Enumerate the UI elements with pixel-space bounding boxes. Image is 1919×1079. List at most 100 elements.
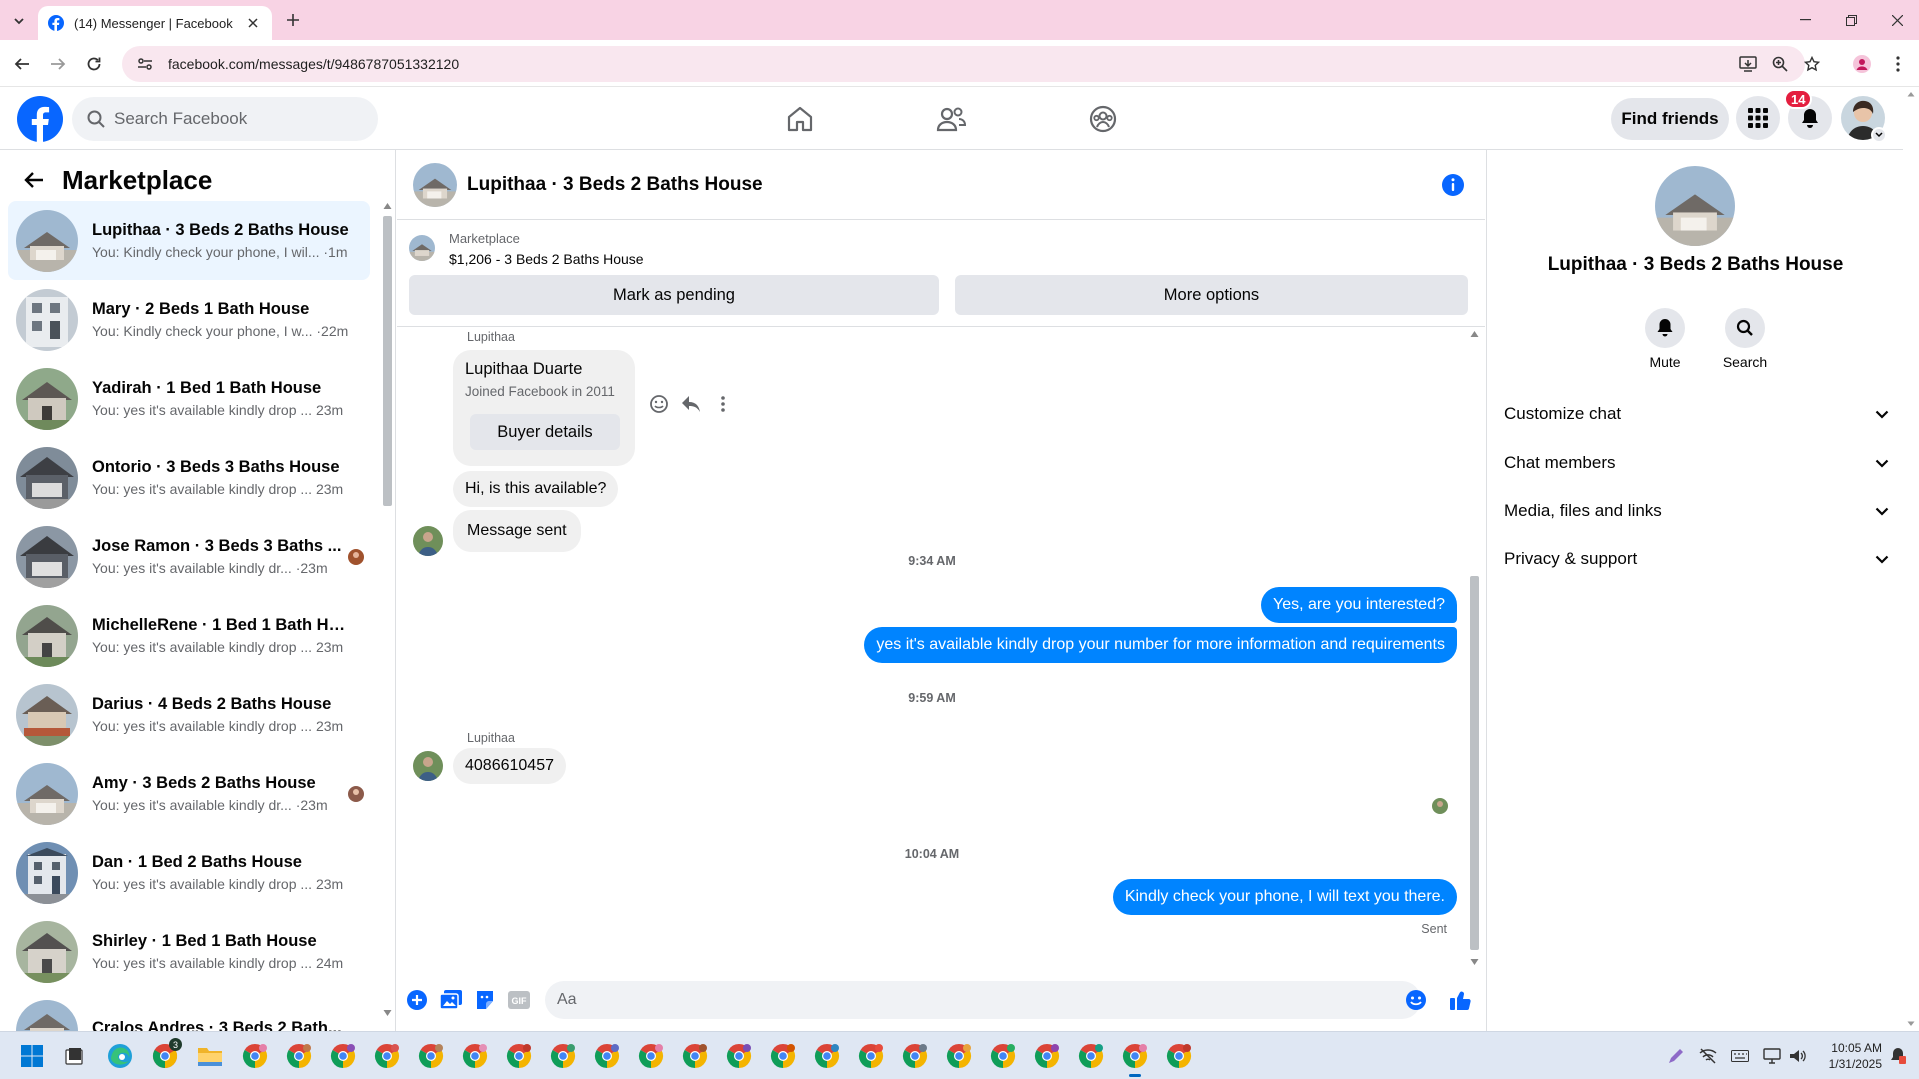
chat-members-row[interactable]: Chat members [1504,443,1892,483]
browser-profile-icon[interactable] [1850,52,1874,76]
chrome-profile-icon[interactable] [636,1041,666,1071]
new-tab-plus-icon[interactable] [282,9,304,31]
facebook-search-input[interactable]: Search Facebook [72,97,378,141]
chat-title[interactable]: Lupithaa · 3 Beds 2 Baths House [467,174,763,196]
forward-arrow-icon[interactable] [46,52,70,76]
chrome-profile-icon[interactable] [416,1041,446,1071]
chrome-profile-icon[interactable] [460,1041,490,1071]
conversation-item[interactable]: Darius · 4 Beds 2 Baths House You: yes it… [8,675,370,754]
chrome-profile-icon[interactable] [1032,1041,1062,1071]
conversation-item[interactable]: MichelleRene · 1 Bed 1 Bath House You: ye… [8,596,370,675]
listing-price-title[interactable]: $1,206 - 3 Beds 2 Baths House [449,251,644,267]
buyer-details-button[interactable]: Buyer details [470,414,620,450]
conversation-item[interactable]: Ontorio · 3 Beds 3 Baths House You: yes i… [8,438,370,517]
task-view-icon[interactable] [59,1041,89,1071]
edge-browser-icon[interactable] [105,1041,135,1071]
incoming-message[interactable]: Hi, is this available? [453,471,619,507]
info-icon[interactable] [1441,173,1465,197]
emoji-icon[interactable] [1404,988,1428,1012]
close-tab-icon[interactable] [244,14,262,32]
conversation-item[interactable]: Cralos Andres · 3 Beds 2 Bath... [8,991,370,1031]
outgoing-message[interactable]: Kindly check your phone, I will text you… [1112,879,1457,915]
restore-icon[interactable] [1837,8,1865,32]
chrome-profile-icon[interactable] [1076,1041,1106,1071]
conversation-item[interactable]: Yadirah · 1 Bed 1 Bath House You: yes it'… [8,359,370,438]
chrome-profile-icon[interactable] [1164,1041,1194,1071]
search-icon[interactable] [1725,308,1765,348]
customize-chat-row[interactable]: Customize chat [1504,394,1892,434]
network-offline-icon[interactable] [1697,1045,1719,1067]
gif-icon[interactable]: GIF [507,988,531,1012]
bookmark-star-icon[interactable] [1800,52,1824,76]
volume-icon[interactable] [1787,1045,1809,1067]
home-icon[interactable] [784,103,816,135]
scrollbar-thumb[interactable] [1470,576,1479,950]
chrome-profile-icon[interactable] [856,1041,886,1071]
chrome-profile-icon[interactable] [372,1041,402,1071]
more-options-button[interactable]: More options [955,275,1468,315]
file-explorer-icon[interactable] [195,1041,225,1071]
conversation-item[interactable]: Mary · 2 Beds 1 Bath House You: Kindly ch… [8,280,370,359]
chrome-profile-icon[interactable] [944,1041,974,1071]
chrome-profile-icon[interactable] [900,1041,930,1071]
more-vertical-icon[interactable] [711,392,735,416]
keyboard-icon[interactable] [1729,1045,1751,1067]
chrome-profile-icon[interactable] [328,1041,358,1071]
find-friends-button[interactable]: Find friends [1611,98,1729,140]
chrome-profile-icon[interactable] [1120,1041,1150,1077]
system-clock[interactable]: 10:05 AM 1/31/2025 [1812,1040,1882,1072]
chrome-profile-icon[interactable] [724,1041,754,1071]
chrome-profile-icon[interactable] [768,1041,798,1071]
address-bar[interactable]: facebook.com/messages/t/9486787051332120 [122,46,1805,82]
plus-circle-icon[interactable] [405,988,429,1012]
chat-scrollbar[interactable] [1469,330,1479,966]
conversation-item[interactable]: Amy · 3 Beds 2 Baths House You: yes it's … [8,754,370,833]
zoom-icon[interactable] [1768,52,1792,76]
back-arrow-icon[interactable] [20,166,48,194]
sender-avatar[interactable] [413,751,443,781]
browser-menu-icon[interactable] [1886,52,1910,76]
chrome-profile-icon[interactable] [548,1041,578,1071]
sticker-icon[interactable] [473,988,497,1012]
outgoing-message[interactable]: Yes, are you interested? [1261,587,1457,623]
search-action[interactable]: Search [1710,308,1780,370]
media-files-links-row[interactable]: Media, files and links [1504,491,1892,531]
conversation-item[interactable]: Lupithaa · 3 Beds 2 Baths House You: Kind… [8,201,370,280]
back-arrow-icon[interactable] [10,52,34,76]
chrome-profile-icon[interactable] [284,1041,314,1071]
chat-avatar[interactable] [413,162,457,207]
conversation-item[interactable]: Jose Ramon · 3 Beds 3 Baths ... You: yes … [8,517,370,596]
conversation-item[interactable]: Dan · 1 Bed 2 Baths House You: yes it's a… [8,833,370,912]
mark-as-pending-button[interactable]: Mark as pending [409,275,939,315]
privacy-support-row[interactable]: Privacy & support [1504,539,1892,579]
windows-start-icon[interactable] [17,1041,47,1071]
facebook-logo-icon[interactable] [17,96,63,142]
menu-grid-icon[interactable] [1736,96,1780,140]
chrome-profile-icon[interactable] [680,1041,710,1071]
pen-icon[interactable] [1665,1045,1687,1067]
browser-tab[interactable]: (14) Messenger | Facebook [38,6,272,40]
chrome-profile-icon[interactable]: 3 [150,1038,182,1071]
thumbs-up-like-icon[interactable] [1449,988,1473,1012]
mute-action[interactable]: Mute [1630,308,1700,370]
listing-avatar[interactable] [1655,166,1735,246]
outgoing-message[interactable]: yes it's available kindly drop your numb… [864,627,1457,663]
reload-icon[interactable] [82,52,106,76]
bell-icon[interactable] [1645,308,1685,348]
incoming-message[interactable]: Message sent [453,510,581,552]
photo-icon[interactable] [439,988,463,1012]
message-input[interactable]: Aa [545,981,1421,1019]
page-scrollbar[interactable] [1903,87,1919,1031]
site-settings-icon[interactable] [136,55,154,73]
conversation-item[interactable]: Shirley · 1 Bed 1 Bath House You: yes it'… [8,912,370,991]
account-chevron-icon[interactable] [1871,127,1887,143]
friends-icon[interactable] [935,103,967,135]
chrome-profile-icon[interactable] [504,1041,534,1071]
install-app-icon[interactable] [1736,52,1760,76]
reply-icon[interactable] [679,392,703,416]
incoming-message[interactable]: 4086610457 [453,748,566,784]
window-close-icon[interactable] [1883,8,1911,32]
chrome-profile-icon[interactable] [988,1041,1018,1071]
scrollbar-thumb[interactable] [383,216,392,506]
chrome-profile-icon[interactable] [812,1041,842,1071]
